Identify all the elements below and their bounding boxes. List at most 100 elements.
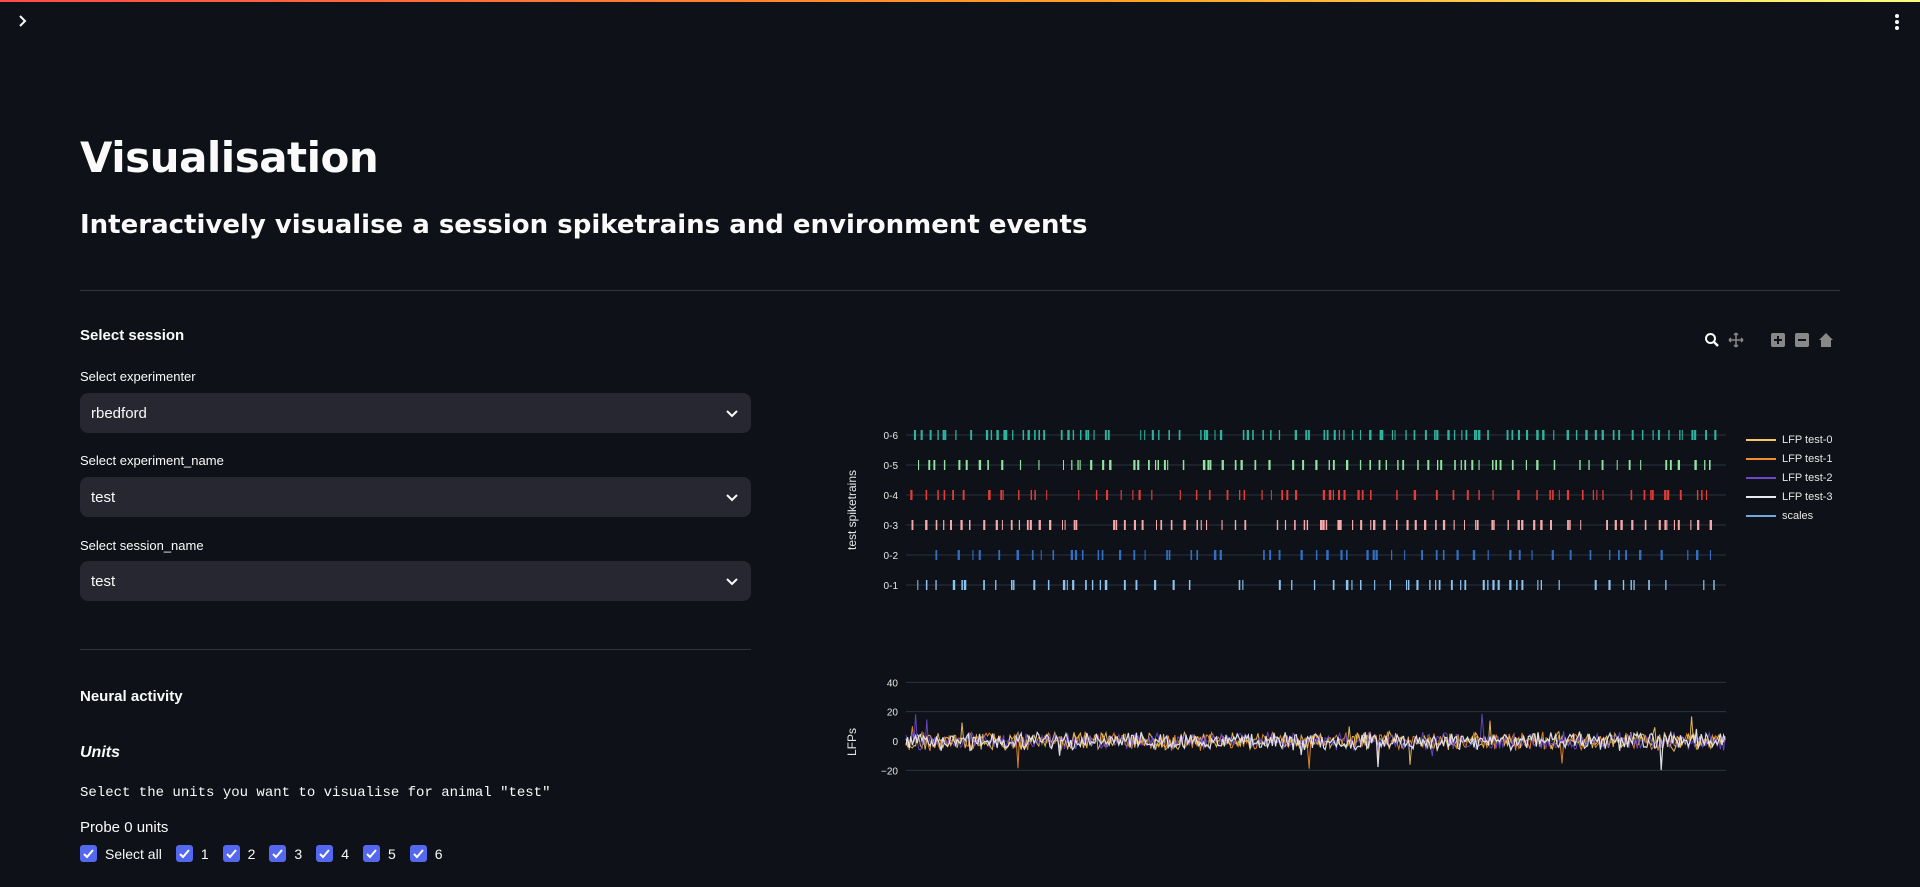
spike-mark (1424, 520, 1427, 530)
spike-mark (1579, 460, 1581, 470)
spike-mark (1034, 430, 1036, 440)
spike-mark (1346, 550, 1348, 560)
legend-item[interactable]: LFP test-2 (1746, 468, 1833, 487)
spike-mark (1214, 430, 1216, 440)
session-name-select[interactable]: test (80, 561, 751, 601)
spike-mark (918, 460, 920, 470)
unit-checkbox[interactable]: 6 (409, 845, 443, 862)
spike-mark (1525, 460, 1527, 470)
spike-mark (1328, 460, 1330, 470)
select-all-checkbox[interactable]: Select all (80, 845, 162, 862)
home-icon[interactable] (1818, 332, 1834, 348)
experiment-name-select[interactable]: test (80, 477, 751, 517)
spike-mark (1437, 460, 1439, 470)
unit-checkbox[interactable]: 4 (316, 845, 349, 862)
spike-mark (1681, 430, 1683, 440)
unit-checkbox[interactable]: 5 (363, 845, 396, 862)
spike-mark (925, 580, 928, 590)
spike-mark (1137, 460, 1140, 470)
unit-checkbox[interactable]: 1 (175, 845, 209, 862)
spike-mark (1531, 550, 1533, 560)
spike-mark (1345, 580, 1349, 590)
spike-mark (1478, 430, 1481, 440)
spike-mark (1167, 460, 1169, 470)
spike-mark (1714, 430, 1717, 440)
experiment-name-value: test (91, 488, 116, 506)
spike-mark (1464, 520, 1465, 530)
spike-mark (1104, 430, 1107, 440)
spike-mark (1517, 430, 1520, 440)
spike-mark (1550, 520, 1552, 530)
spike-mark (1308, 430, 1310, 440)
spike-mark (1001, 460, 1004, 470)
spike-mark (1660, 550, 1663, 560)
spike-mark (1492, 490, 1494, 500)
spike-mark (1151, 430, 1154, 440)
neural-activity-chart[interactable]: 0-6 0-5 0-4 0-3 0-2 0-1 test spiketrains 40 20 0 −… (840, 410, 1740, 810)
spike-mark (1478, 460, 1480, 470)
spike-mark (1657, 430, 1660, 440)
spike-mark (1540, 520, 1543, 530)
spike-mark (1030, 490, 1032, 500)
spike-mark (1278, 430, 1281, 440)
legend-item[interactable]: LFP test-1 (1746, 449, 1833, 468)
spike-mark (917, 580, 919, 590)
spike-mark (1478, 490, 1480, 500)
spike-mark (1000, 490, 1003, 500)
spike-mark (1119, 550, 1122, 560)
spike-mark (1452, 490, 1455, 500)
spike-mark (1339, 520, 1342, 530)
spike-mark (1608, 580, 1611, 590)
spike-mark (1370, 490, 1372, 500)
legend-item[interactable]: LFP test-0 (1746, 430, 1833, 449)
spike-mark (1677, 520, 1680, 530)
kebab-menu-icon[interactable] (1888, 12, 1906, 34)
spike-mark (1713, 580, 1715, 590)
spike-mark (1704, 460, 1706, 470)
spike-mark (1208, 490, 1211, 500)
unit-tick-label: 0-6 (884, 431, 899, 442)
unit-checkbox[interactable]: 2 (222, 845, 255, 862)
zoom-icon[interactable] (1704, 332, 1720, 348)
spike-mark (1679, 490, 1682, 500)
legend-item[interactable]: scales (1746, 506, 1833, 525)
experimenter-select[interactable]: rbedford (80, 393, 751, 433)
checkmark-icon (409, 845, 427, 862)
spike-mark (1047, 580, 1050, 590)
spike-mark (1507, 520, 1509, 530)
spike-mark (1511, 460, 1514, 470)
spike-mark (1464, 460, 1467, 470)
spike-mark (1123, 580, 1126, 590)
spike-mark (1072, 580, 1075, 590)
spike-mark (1666, 520, 1668, 530)
unit-checkbox[interactable]: 3 (269, 845, 302, 862)
spike-mark (1495, 460, 1497, 470)
legend-item[interactable]: LFP test-3 (1746, 487, 1833, 506)
spike-mark (1612, 430, 1615, 440)
spike-mark (1553, 430, 1555, 440)
legend-label: LFP test-1 (1782, 452, 1833, 465)
pan-icon[interactable] (1728, 332, 1744, 348)
spike-mark (1526, 430, 1529, 440)
spike-mark (1196, 520, 1198, 530)
legend-swatch (1746, 476, 1776, 479)
spike-mark (1254, 460, 1257, 470)
chevron-right-icon[interactable] (14, 12, 32, 30)
spike-mark (1677, 460, 1680, 470)
spike-mark (963, 580, 967, 590)
spike-mark (1487, 550, 1489, 560)
spike-mark (1408, 580, 1410, 590)
checkmark-icon (269, 845, 287, 862)
spike-mark (1391, 550, 1393, 560)
spike-mark (1263, 550, 1265, 560)
zoom-in-icon[interactable] (1770, 332, 1786, 348)
spike-mark (1620, 520, 1623, 530)
spike-mark (1533, 520, 1536, 530)
spike-mark (1328, 490, 1331, 500)
spike-mark (1631, 520, 1634, 530)
spike-mark (1286, 490, 1289, 500)
experimenter-value: rbedford (91, 404, 147, 422)
session-name-value: test (91, 572, 116, 590)
spike-mark (1639, 550, 1642, 560)
zoom-out-icon[interactable] (1794, 332, 1810, 348)
